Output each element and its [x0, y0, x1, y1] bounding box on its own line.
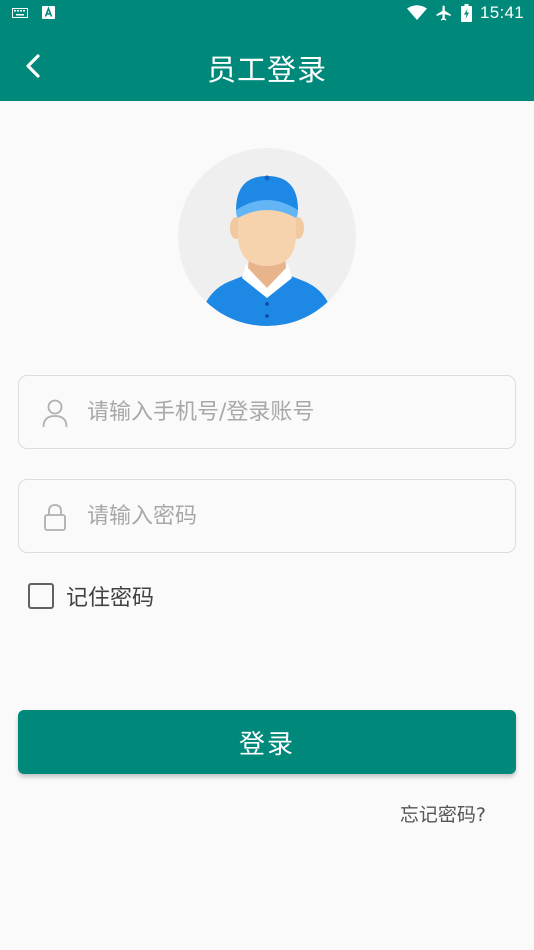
battery-icon [460, 4, 472, 22]
wifi-icon [406, 5, 427, 20]
a-notification-icon [42, 6, 55, 19]
avatar [178, 148, 356, 326]
status-time: 15:41 [479, 3, 524, 22]
status-bar: 15:41 [0, 0, 534, 28]
password-input[interactable] [87, 492, 497, 540]
remember-label: 记住密码 [66, 586, 155, 611]
account-field[interactable] [18, 375, 516, 449]
worker-avatar-icon [200, 175, 334, 326]
account-input[interactable] [87, 388, 497, 436]
login-button[interactable]: 登录 [18, 710, 516, 774]
keyboard-icon [12, 7, 28, 18]
user-icon [42, 399, 68, 428]
airplane-icon [436, 5, 451, 21]
password-field[interactable] [18, 479, 516, 553]
app-bar: 员工登录 [0, 28, 534, 101]
remember-password[interactable]: 记住密码 [28, 580, 154, 612]
forgot-password-link[interactable]: 忘记密码? [400, 800, 486, 827]
page-title: 员工登录 [206, 53, 327, 87]
remember-checkbox[interactable] [28, 583, 54, 609]
lock-icon [44, 504, 66, 531]
